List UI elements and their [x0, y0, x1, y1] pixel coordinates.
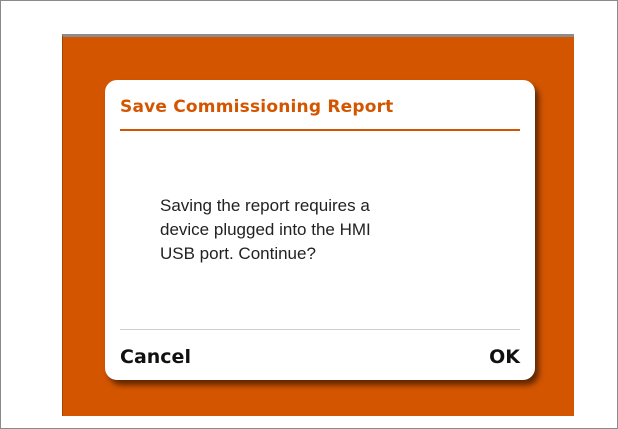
ok-button[interactable]: OK: [489, 346, 520, 368]
message-line-1: Saving the report requires a: [160, 196, 370, 215]
dialog-title: Save Commissioning Report: [120, 97, 394, 117]
title-divider: [120, 129, 520, 131]
dialog-message: Saving the report requires a device plug…: [160, 194, 490, 266]
footer-divider: [120, 329, 520, 330]
message-line-2: device plugged into the HMI: [160, 220, 371, 239]
save-report-dialog: Save Commissioning Report Saving the rep…: [105, 80, 535, 380]
cancel-button[interactable]: Cancel: [120, 346, 191, 368]
message-line-3: USB port. Continue?: [160, 244, 316, 263]
